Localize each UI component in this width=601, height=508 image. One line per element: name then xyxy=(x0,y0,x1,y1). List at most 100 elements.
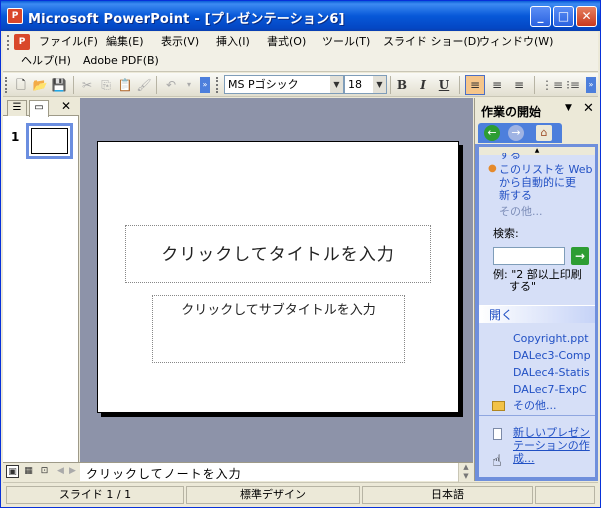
undo-icon[interactable]: ↶ xyxy=(163,77,179,93)
close-icon[interactable]: ✕ xyxy=(61,99,71,113)
powerpoint-app-icon[interactable]: P xyxy=(7,8,23,24)
partial-link[interactable]: する xyxy=(499,153,521,160)
minimize-button[interactable]: _ xyxy=(530,6,551,27)
recent-file-3[interactable]: DALec4-Statis xyxy=(513,366,590,379)
toolbar-options-icon[interactable]: » xyxy=(586,77,596,93)
status-bar: スライド 1 / 1 標準デザイン 日本語 xyxy=(3,482,598,506)
menu-tools[interactable]: ツール(T) xyxy=(322,35,370,49)
toolbar-grip-handle[interactable] xyxy=(216,77,220,93)
maximize-button[interactable]: □ xyxy=(553,6,574,27)
close-icon[interactable]: ✕ xyxy=(583,101,594,116)
toolbar: 🗋 📂 💾 ✂ ⎘ 📋 🖌 ↶ ▾ » MS Pゴシック ▼ 18 ▼ B I … xyxy=(3,73,598,97)
menu-window[interactable]: ウィンドウ(W) xyxy=(479,35,553,49)
home-icon[interactable]: ⌂ xyxy=(536,125,552,141)
format-painter-icon[interactable]: 🖌 xyxy=(136,77,152,93)
chevron-down-icon[interactable]: ▼ xyxy=(373,76,386,93)
update-list-link-line1[interactable]: このリストを Web xyxy=(499,163,592,176)
toolbar-separator xyxy=(459,76,460,94)
scroll-up-icon[interactable]: ▲ xyxy=(479,147,595,155)
update-list-link-line3[interactable]: 新する xyxy=(499,189,532,202)
slideshow-view-icon[interactable]: ⊡ xyxy=(38,465,51,478)
menu-adobe-pdf[interactable]: Adobe PDF(B) xyxy=(83,54,159,68)
new-presentation-link-line2[interactable]: テーションの作 xyxy=(513,439,590,452)
slide-thumbnail[interactable] xyxy=(26,123,73,159)
numbering-icon[interactable]: ⋮≡ xyxy=(541,77,563,93)
search-go-button[interactable]: → xyxy=(571,247,589,265)
slides-tab[interactable]: ▭ xyxy=(29,100,49,117)
task-pane-header: 作業の開始 ▼ ✕ xyxy=(475,98,599,120)
slide-editing-area: クリックしてタイトルを入力 クリックしてサブタイトルを入力 xyxy=(80,98,473,462)
menu-view[interactable]: 表示(V) xyxy=(161,35,199,49)
bold-button[interactable]: B xyxy=(394,77,410,93)
notes-placeholder[interactable]: クリックしてノートを入力 xyxy=(86,465,242,482)
new-presentation-link-line1[interactable]: 新しいプレゼン xyxy=(513,426,590,439)
folder-icon xyxy=(492,401,505,411)
task-pane-nav-group: ← → ⌂ xyxy=(478,123,562,143)
underline-button[interactable]: U xyxy=(436,77,452,93)
menu-slideshow[interactable]: スライド ショー(D) xyxy=(383,35,481,49)
align-right-icon[interactable]: ≡ xyxy=(511,77,527,93)
update-list-link-line2[interactable]: から自動的に更 xyxy=(499,176,576,189)
align-center-icon[interactable]: ≡ xyxy=(489,77,505,93)
menu-file[interactable]: ファイル(F) xyxy=(39,35,98,49)
font-name-select[interactable]: MS Pゴシック ▼ xyxy=(224,75,344,94)
copy-icon[interactable]: ⎘ xyxy=(98,77,114,93)
back-icon[interactable]: ← xyxy=(484,125,500,141)
italic-button[interactable]: I xyxy=(415,77,431,93)
menu-edit[interactable]: 編集(E) xyxy=(106,35,144,49)
title-placeholder[interactable]: クリックしてタイトルを入力 xyxy=(125,225,431,283)
recent-file-4[interactable]: DALec7-ExpC xyxy=(513,383,587,396)
outline-tab[interactable]: ☰ xyxy=(7,100,27,116)
window-title: Microsoft PowerPoint - [プレゼンテーション6] xyxy=(28,12,345,27)
scroll-right-icon[interactable]: ▶ xyxy=(66,465,79,478)
paste-icon[interactable]: 📋 xyxy=(117,77,133,93)
search-example-line1: 例: "2 部以上印刷 xyxy=(493,268,582,281)
task-pane: 作業の開始 ▼ ✕ ← → ⌂ ▲ する ● このリストを Web から自動的に… xyxy=(474,98,599,481)
normal-view-icon[interactable]: ▣ xyxy=(6,465,19,478)
font-name-value: MS Pゴシック xyxy=(228,78,299,91)
toolbar-grip-handle[interactable] xyxy=(5,77,9,93)
open-folder-icon[interactable]: 📂 xyxy=(32,77,48,93)
menu-help[interactable]: ヘルプ(H) xyxy=(21,54,71,68)
search-example-line2: する" xyxy=(509,280,537,293)
status-language: 日本語 xyxy=(362,486,533,504)
close-button[interactable]: ✕ xyxy=(576,6,597,27)
new-presentation-link-line3[interactable]: 成... xyxy=(513,452,535,465)
more-link[interactable]: その他... xyxy=(499,205,543,218)
task-pane-nav: ← → ⌂ xyxy=(475,120,599,144)
notes-pane[interactable]: クリックしてノートを入力 ▲ ▼ xyxy=(80,462,473,482)
powerpoint-window: P Microsoft PowerPoint - [プレゼンテーション6] _ … xyxy=(0,0,601,508)
task-pane-title: 作業の開始 xyxy=(481,105,542,119)
toolbar-separator xyxy=(156,76,157,94)
save-icon[interactable]: 💾 xyxy=(51,77,67,93)
toolbar-options-icon[interactable]: » xyxy=(200,77,210,93)
recent-file-2[interactable]: DALec3-Comp xyxy=(513,349,591,362)
recent-file-1[interactable]: Copyright.ppt xyxy=(513,332,589,345)
slide-canvas[interactable]: クリックしてタイトルを入力 クリックしてサブタイトルを入力 xyxy=(97,141,459,413)
slide-sorter-view-icon[interactable]: ▦ xyxy=(22,465,35,478)
view-buttons-bar: ▣ ▦ ⊡ ◀ ▶ xyxy=(3,462,80,481)
undo-dropdown-icon[interactable]: ▾ xyxy=(181,77,197,93)
slides-pane: ☰ ▭ ✕ 1 xyxy=(3,98,79,462)
chevron-down-icon[interactable]: ▼ xyxy=(565,103,572,113)
align-left-icon[interactable]: ≡ xyxy=(465,75,485,95)
menu-format[interactable]: 書式(O) xyxy=(267,35,306,49)
font-size-select[interactable]: 18 ▼ xyxy=(344,75,387,94)
menu-insert[interactable]: 挿入(I) xyxy=(216,35,250,49)
title-bar[interactable]: P Microsoft PowerPoint - [プレゼンテーション6] _ … xyxy=(1,1,600,31)
toolbar-separator xyxy=(73,76,74,94)
cut-icon[interactable]: ✂ xyxy=(79,77,95,93)
forward-icon[interactable]: → xyxy=(508,125,524,141)
notes-scrollbar[interactable]: ▲ ▼ xyxy=(458,463,473,482)
more-files-link[interactable]: その他... xyxy=(513,399,557,412)
document-icon[interactable]: P xyxy=(14,34,30,50)
subtitle-placeholder[interactable]: クリックしてサブタイトルを入力 xyxy=(152,295,405,363)
hand-cursor-icon: ☝ xyxy=(492,451,502,470)
new-document-icon[interactable]: 🗋 xyxy=(13,77,29,93)
slide-thumbnail-preview xyxy=(31,128,68,154)
menu-grip-handle[interactable] xyxy=(7,35,10,50)
chevron-down-icon[interactable]: ▼ xyxy=(330,76,343,93)
search-input[interactable] xyxy=(493,247,565,265)
bullets-icon[interactable]: ⁝≡ xyxy=(565,77,581,93)
status-design[interactable]: 標準デザイン xyxy=(186,486,360,504)
